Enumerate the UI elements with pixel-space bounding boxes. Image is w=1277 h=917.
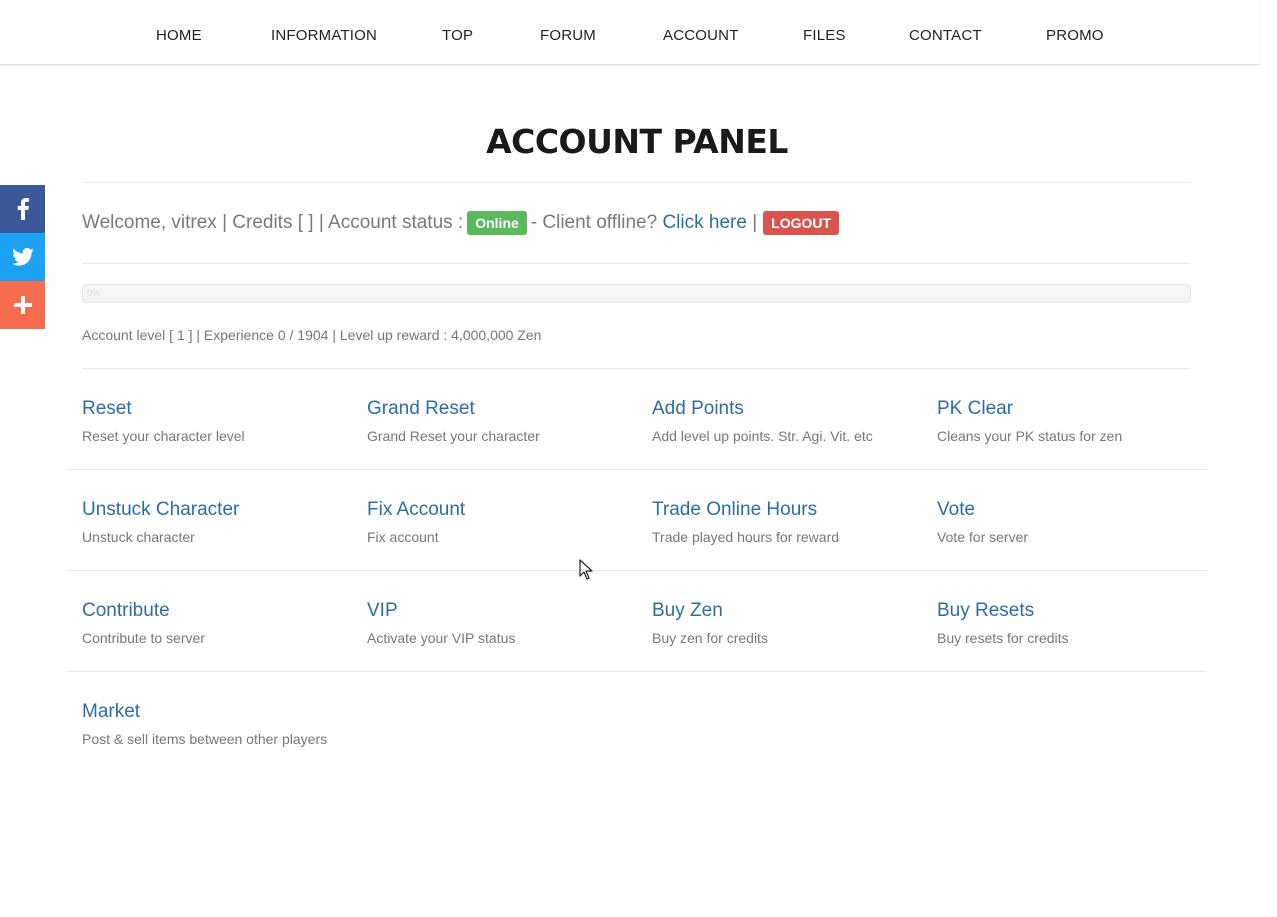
feature-desc: Buy zen for credits bbox=[652, 630, 768, 646]
feature-desc: Contribute to server bbox=[82, 630, 205, 646]
plus-icon bbox=[13, 296, 32, 314]
feature-vip: VIP Activate your VIP status bbox=[367, 600, 637, 646]
logout-button[interactable]: LOGOUT bbox=[763, 211, 840, 235]
nav-forum[interactable]: FORUM bbox=[540, 27, 596, 44]
nav-files[interactable]: FILES bbox=[803, 27, 846, 44]
mouse-cursor-icon bbox=[579, 559, 593, 585]
divider bbox=[82, 263, 1191, 264]
divider bbox=[67, 570, 1207, 571]
status-badge: Online bbox=[467, 211, 527, 235]
feature-desc: Post & sell items between other players bbox=[82, 731, 328, 747]
feature-title[interactable]: Unstuck Character bbox=[82, 499, 352, 521]
feature-desc: Trade played hours for reward bbox=[652, 529, 840, 545]
twitter-share-button[interactable] bbox=[0, 233, 45, 281]
feature-vote: Vote Vote for server bbox=[937, 499, 1207, 545]
feature-title[interactable]: Buy Zen bbox=[652, 600, 922, 622]
feature-desc: Activate your VIP status bbox=[367, 630, 516, 646]
feature-title[interactable]: Add Points bbox=[652, 398, 922, 420]
feature-title[interactable]: Reset bbox=[82, 398, 352, 420]
feature-title[interactable]: VIP bbox=[367, 600, 637, 622]
client-offline-text: - Client offline? bbox=[530, 212, 658, 233]
divider bbox=[82, 368, 1191, 369]
account-level-info: Account level [ 1 ] | Experience 0 / 190… bbox=[82, 327, 542, 343]
feature-fix-account: Fix Account Fix account bbox=[367, 499, 637, 545]
feature-reset: Reset Reset your character level bbox=[82, 398, 352, 444]
feature-desc: Cleans your PK status for zen bbox=[937, 428, 1123, 444]
feature-desc: Buy resets for credits bbox=[937, 630, 1069, 646]
nav-information[interactable]: INFORMATION bbox=[271, 27, 377, 44]
page-title: ACCOUNT PANEL bbox=[486, 122, 788, 161]
feature-title[interactable]: PK Clear bbox=[937, 398, 1207, 420]
feature-desc: Add level up points. Str. Agi. Vit. etc bbox=[652, 428, 873, 444]
divider bbox=[67, 671, 1207, 672]
feature-desc: Reset your character level bbox=[82, 428, 245, 444]
feature-title[interactable]: Fix Account bbox=[367, 499, 637, 521]
facebook-icon bbox=[17, 198, 29, 220]
experience-progress-bar: 0% bbox=[82, 284, 1191, 303]
divider bbox=[82, 182, 1191, 183]
feature-title[interactable]: Market bbox=[82, 701, 352, 723]
feature-buy-zen: Buy Zen Buy zen for credits bbox=[652, 600, 922, 646]
nav-top[interactable]: TOP bbox=[442, 27, 473, 44]
feature-pk-clear: PK Clear Cleans your PK status for zen bbox=[937, 398, 1207, 444]
feature-title[interactable]: Contribute bbox=[82, 600, 352, 622]
top-navigation: HOME INFORMATION TOP FORUM ACCOUNT FILES… bbox=[0, 0, 1260, 65]
welcome-bar: Welcome, vitrex | Credits [ ] | Account … bbox=[82, 211, 840, 235]
feature-desc: Vote for server bbox=[937, 529, 1029, 545]
feature-desc: Unstuck character bbox=[82, 529, 195, 545]
feature-unstuck-character: Unstuck Character Unstuck character bbox=[82, 499, 352, 545]
feature-desc: Fix account bbox=[367, 529, 439, 545]
nav-home[interactable]: HOME bbox=[156, 27, 202, 44]
feature-title[interactable]: Vote bbox=[937, 499, 1207, 521]
click-here-link[interactable]: Click here bbox=[662, 212, 746, 234]
separator: | bbox=[752, 212, 758, 233]
progress-label: 0% bbox=[87, 288, 101, 298]
welcome-text: Welcome, vitrex | Credits [ ] | Account … bbox=[82, 212, 464, 233]
facebook-share-button[interactable] bbox=[0, 185, 45, 233]
feature-desc: Grand Reset your character bbox=[367, 428, 540, 444]
feature-contribute: Contribute Contribute to server bbox=[82, 600, 352, 646]
feature-title[interactable]: Grand Reset bbox=[367, 398, 637, 420]
feature-grand-reset: Grand Reset Grand Reset your character bbox=[367, 398, 637, 444]
feature-trade-online-hours: Trade Online Hours Trade played hours fo… bbox=[652, 499, 922, 545]
feature-add-points: Add Points Add level up points. Str. Agi… bbox=[652, 398, 922, 444]
nav-contact[interactable]: CONTACT bbox=[909, 27, 982, 44]
twitter-icon bbox=[11, 248, 34, 266]
more-share-button[interactable] bbox=[0, 281, 45, 329]
feature-buy-resets: Buy Resets Buy resets for credits bbox=[937, 600, 1207, 646]
feature-title[interactable]: Trade Online Hours bbox=[652, 499, 922, 521]
feature-title[interactable]: Buy Resets bbox=[937, 600, 1207, 622]
divider bbox=[67, 469, 1207, 470]
nav-promo[interactable]: PROMO bbox=[1046, 27, 1104, 44]
feature-market: Market Post & sell items between other p… bbox=[82, 701, 352, 747]
nav-account[interactable]: ACCOUNT bbox=[663, 27, 739, 44]
